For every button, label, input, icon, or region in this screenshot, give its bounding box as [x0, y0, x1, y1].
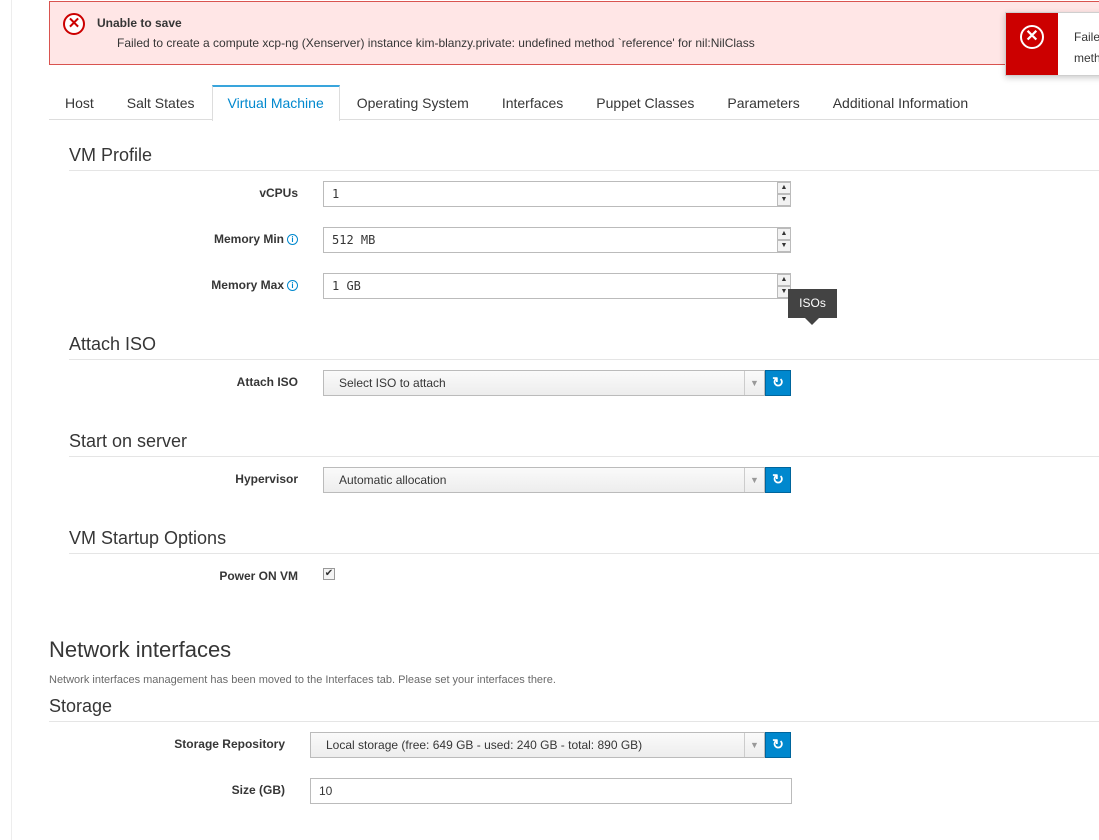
tab-virtual-machine[interactable]: Virtual Machine — [211, 85, 340, 121]
increment-icon[interactable]: ▲ — [777, 228, 791, 240]
refresh-isos-button[interactable]: ↻ — [765, 370, 791, 396]
power-on-label: Power ON VM — [219, 569, 298, 583]
tab-salt-states[interactable]: Salt States — [111, 85, 211, 120]
alert-title: Unable to save — [97, 16, 182, 30]
section-divider — [69, 359, 1099, 360]
hypervisor-label: Hypervisor — [235, 472, 298, 486]
isos-tooltip: ISOs — [788, 289, 837, 318]
tab-puppet-classes[interactable]: Puppet Classes — [580, 85, 710, 120]
attach-iso-label: Attach ISO — [236, 375, 298, 389]
increment-icon[interactable]: ▲ — [777, 274, 791, 286]
memory-min-label-text: Memory Min — [213, 232, 284, 246]
error-alert: ✕ Unable to save Failed to create a comp… — [49, 1, 1099, 65]
tab-additional-information[interactable]: Additional Information — [817, 85, 984, 120]
network-interfaces-help: Network interfaces management has been m… — [49, 674, 556, 686]
storage-repository-label: Storage Repository — [174, 737, 285, 751]
vm-startup-options-heading: VM Startup Options — [69, 528, 227, 548]
info-icon[interactable]: i — [287, 280, 298, 291]
power-on-checkbox[interactable]: ✔ — [323, 568, 335, 580]
info-icon[interactable]: i — [287, 234, 298, 245]
memory-min-label: Memory Min i — [190, 232, 298, 246]
section-divider — [69, 456, 1099, 457]
start-on-server-heading: Start on server — [69, 431, 188, 451]
error-circle-icon: ✕ — [63, 13, 85, 35]
toast-message: Faile meth — [1074, 27, 1099, 69]
chevron-down-icon: ▼ — [744, 468, 764, 492]
tab-parameters[interactable]: Parameters — [711, 85, 815, 120]
memory-min-stepper[interactable]: ▲ ▼ — [777, 227, 791, 253]
error-circle-icon: ✕ — [1020, 25, 1044, 49]
section-divider — [49, 721, 1099, 722]
decrement-icon[interactable]: ▼ — [777, 240, 791, 252]
storage-repository-select[interactable]: Local storage (free: 649 GB - used: 240 … — [310, 732, 765, 758]
tab-host[interactable]: Host — [49, 85, 110, 120]
section-divider — [69, 170, 1099, 171]
hypervisor-select[interactable]: Automatic allocation ▼ — [323, 467, 765, 493]
tooltip-arrow — [805, 318, 819, 325]
size-input[interactable]: 10 — [310, 778, 792, 804]
memory-max-label: Memory Max i — [190, 278, 298, 292]
decrement-icon[interactable]: ▼ — [777, 194, 791, 206]
checkmark-icon: ✔ — [324, 568, 334, 579]
attach-iso-heading: Attach ISO — [69, 334, 157, 354]
refresh-icon: ↻ — [772, 471, 784, 487]
memory-min-input[interactable]: 512 MB — [323, 227, 791, 253]
toast-side-bar: ✕ — [1006, 13, 1058, 75]
tab-operating-system[interactable]: Operating System — [341, 85, 485, 120]
memory-max-value: 1 GB — [332, 279, 361, 293]
refresh-icon: ↻ — [772, 736, 784, 752]
refresh-hypervisors-button[interactable]: ↻ — [765, 467, 791, 493]
vm-profile-heading: VM Profile — [69, 145, 153, 165]
storage-repository-selected: Local storage (free: 649 GB - used: 240 … — [326, 738, 643, 752]
refresh-storage-button[interactable]: ↻ — [765, 732, 791, 758]
size-label: Size (GB) — [231, 783, 285, 797]
page-left-border — [11, 0, 12, 840]
attach-iso-select[interactable]: Select ISO to attach ▼ — [323, 370, 765, 396]
vcpus-label: vCPUs — [259, 186, 298, 200]
refresh-icon: ↻ — [772, 374, 784, 390]
chevron-down-icon: ▼ — [744, 733, 764, 757]
error-toast[interactable]: ✕ Faile meth — [1005, 12, 1099, 76]
increment-icon[interactable]: ▲ — [777, 182, 791, 194]
alert-message: Failed to create a compute xcp-ng (Xense… — [117, 36, 755, 50]
host-form-tabs: Host Salt States Virtual Machine Operati… — [49, 85, 1099, 121]
memory-max-label-text: Memory Max — [211, 278, 284, 292]
storage-heading: Storage — [49, 696, 113, 716]
section-divider — [69, 553, 1099, 554]
vcpus-input[interactable]: 1 — [323, 181, 791, 207]
toast-line-2: meth — [1074, 51, 1099, 65]
chevron-down-icon: ▼ — [744, 371, 764, 395]
hypervisor-selected: Automatic allocation — [339, 473, 447, 487]
size-value: 10 — [319, 784, 333, 798]
vcpus-stepper[interactable]: ▲ ▼ — [777, 181, 791, 207]
tab-interfaces[interactable]: Interfaces — [486, 85, 579, 120]
network-interfaces-heading: Network interfaces — [49, 637, 232, 662]
toast-line-1: Faile — [1074, 30, 1099, 44]
vcpus-value: 1 — [332, 187, 340, 201]
memory-max-input[interactable]: 1 GB — [323, 273, 791, 299]
memory-min-value: 512 MB — [332, 233, 376, 247]
attach-iso-selected: Select ISO to attach — [339, 376, 446, 390]
